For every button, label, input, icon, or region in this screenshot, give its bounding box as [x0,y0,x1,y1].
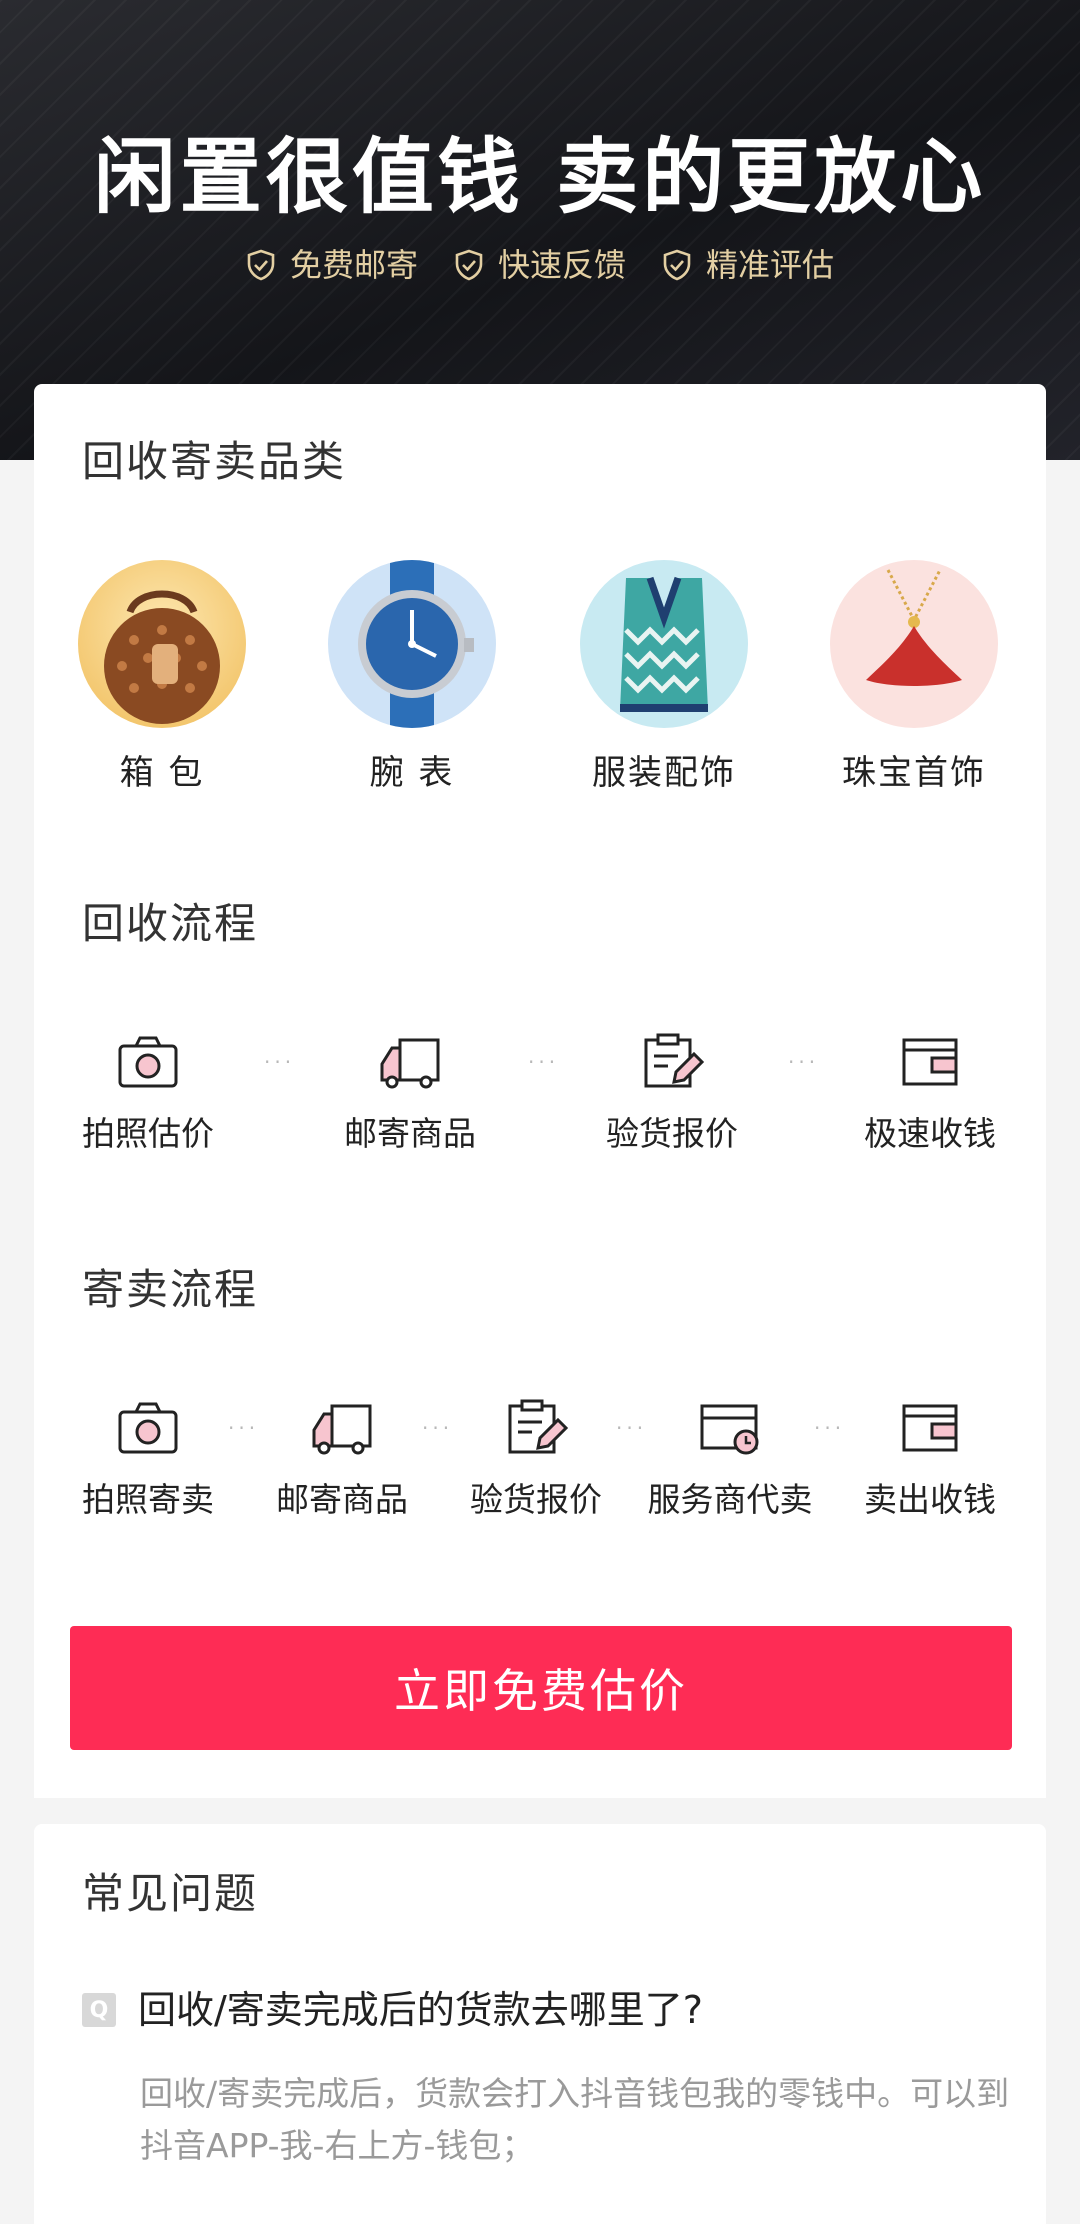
recycle-step: 验货报价 [572,1030,772,1156]
category-clothing[interactable]: 服装配饰 [564,560,764,796]
consign-flow-title: 寄卖流程 [82,1265,259,1314]
recycle-step: 极速收钱 [830,1030,1030,1156]
feature-item: 免费邮寄 [246,243,418,287]
step-label: 验货报价 [606,1114,738,1153]
step-label: 拍照估价 [82,1114,214,1153]
step-label: 邮寄商品 [276,1480,408,1519]
category-bags[interactable]: 箱 包 [62,560,262,796]
faq-question: 回收/寄卖完成后的货款去哪里了? [138,1988,703,2032]
clipboard-edit-icon [508,1399,569,1454]
shield-check-icon [455,249,483,281]
feature-label: 快速反馈 [497,246,626,284]
handbag-icon [78,560,246,728]
service-card: 回收寄卖品类 箱 包 腕 表 服装配饰 珠宝首饰 回收流程 拍照估价 ··· 邮… [34,384,1046,1798]
feature-label: 精准评估 [706,246,835,284]
category-label: 箱 包 [119,753,205,793]
faq-title: 常见问题 [82,1869,259,1918]
step-label: 验货报价 [470,1480,602,1519]
category-jewelry[interactable]: 珠宝首饰 [814,560,1014,796]
recycle-flow-steps: 拍照估价 ··· 邮寄商品 ··· 验货报价 ··· 极速收钱 [34,1030,1046,1180]
consign-flow-steps: 拍照寄卖 ··· 邮寄商品 ··· 验货报价 ··· 服务商代卖 ··· 卖出收… [34,1396,1046,1546]
truck-icon [312,1404,372,1455]
feature-item: 快速反馈 [454,243,626,287]
clipboard-edit-icon [644,1033,705,1088]
feature-list: 免费邮寄 快速反馈 精准评估 [0,243,1080,287]
category-label: 珠宝首饰 [842,753,986,793]
sweater-vest-icon [580,560,748,728]
recycle-flow-title: 回收流程 [82,899,259,948]
hero-title: 闲置很值钱 卖的更放心 [93,130,987,225]
faq-answer: 回收/寄卖完成后，货款会打入抖音钱包我的零钱中。可以到抖音APP-我-右上方-钱… [140,2074,1010,2165]
category-watches[interactable]: 腕 表 [312,560,512,796]
category-section-title: 回收寄卖品类 [82,437,347,486]
feature-label: 免费邮寄 [289,246,418,284]
question-badge-icon: Q [82,1993,116,2027]
category-list: 箱 包 腕 表 服装配饰 珠宝首饰 [34,560,1046,820]
step-connector: ··· [788,1050,820,1074]
wallet-icon [902,1404,958,1452]
shield-check-icon [247,249,275,281]
shield-check-icon [663,249,691,281]
step-label: 邮寄商品 [344,1114,476,1153]
step-connector: ··· [264,1050,296,1074]
consign-step: 邮寄商品 [242,1396,442,1522]
category-label: 腕 表 [369,753,455,793]
faq-card: 常见问题 Q 回收/寄卖完成后的货款去哪里了? 回收/寄卖完成后，货款会打入抖音… [34,1824,1046,2224]
recycle-step: 拍照估价 [48,1030,248,1156]
wallet-icon [902,1038,958,1086]
consign-step: 拍照寄卖 [48,1396,248,1522]
consign-step: 服务商代卖 [630,1396,830,1522]
necklace-icon [830,560,998,728]
camera-icon [118,1036,178,1088]
free-estimate-button[interactable]: 立即免费估价 [70,1626,1012,1750]
step-label: 服务商代卖 [647,1480,813,1519]
feature-item: 精准评估 [662,243,834,287]
step-connector: ··· [528,1050,560,1074]
camera-icon [118,1402,178,1454]
category-label: 服装配饰 [592,753,736,793]
consign-step: 验货报价 [436,1396,636,1522]
store-clock-icon [700,1404,759,1455]
step-label: 拍照寄卖 [82,1480,214,1519]
truck-icon [380,1038,440,1089]
watch-icon [328,560,496,728]
faq-question-row[interactable]: Q 回收/寄卖完成后的货款去哪里了? [82,1984,703,2036]
recycle-step: 邮寄商品 [310,1030,510,1156]
step-label: 卖出收钱 [864,1480,996,1519]
consign-step: 卖出收钱 [830,1396,1030,1522]
step-label: 极速收钱 [864,1114,996,1153]
